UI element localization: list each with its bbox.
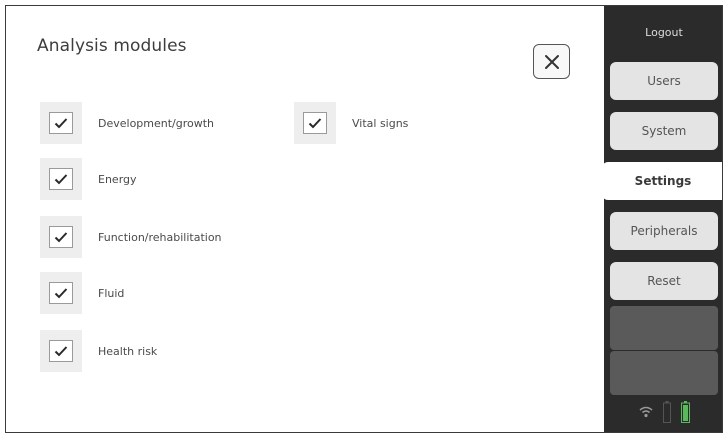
checkbox-background <box>294 102 336 144</box>
empty-tab-slot <box>610 351 718 395</box>
checkbox-background <box>40 272 82 314</box>
checkbox-background <box>40 330 82 372</box>
checkbox-background <box>40 102 82 144</box>
module-label: Fluid <box>98 286 125 300</box>
app-window: Analysis modules Development/growth Vita… <box>5 5 723 433</box>
module-label: Health risk <box>98 344 158 358</box>
module-label: Energy <box>98 172 137 186</box>
checkbox[interactable] <box>303 112 327 134</box>
tab-peripherals[interactable]: Peripherals <box>610 212 718 250</box>
checkmark-icon <box>54 288 68 299</box>
checkmark-icon <box>54 118 68 129</box>
module-checkbox-function-rehabilitation[interactable]: Function/rehabilitation <box>40 216 222 258</box>
battery-full-icon <box>680 401 690 423</box>
checkbox-background <box>40 158 82 200</box>
wifi-icon <box>639 406 653 418</box>
close-button[interactable] <box>533 44 570 79</box>
tab-settings[interactable]: Settings <box>602 162 722 200</box>
checkbox[interactable] <box>49 282 73 304</box>
page-title: Analysis modules <box>37 36 187 56</box>
checkbox[interactable] <box>49 112 73 134</box>
module-checkbox-health-risk[interactable]: Health risk <box>40 330 157 372</box>
logout-button[interactable]: Logout <box>604 6 722 58</box>
module-checkbox-development-growth[interactable]: Development/growth <box>40 102 214 144</box>
checkmark-icon <box>54 232 68 243</box>
checkmark-icon <box>308 118 322 129</box>
tab-system[interactable]: System <box>610 112 718 150</box>
module-label: Vital signs <box>352 116 409 130</box>
status-bar <box>604 392 722 432</box>
checkbox[interactable] <box>49 340 73 362</box>
checkbox[interactable] <box>49 168 73 190</box>
checkbox[interactable] <box>49 226 73 248</box>
close-icon <box>544 54 559 69</box>
checkbox-background <box>40 216 82 258</box>
module-checkbox-vital-signs[interactable]: Vital signs <box>294 102 408 144</box>
module-checkbox-fluid[interactable]: Fluid <box>40 272 124 314</box>
module-label: Function/rehabilitation <box>98 230 222 244</box>
sidebar: Logout Users System Settings Peripherals… <box>602 6 722 432</box>
module-checkbox-energy[interactable]: Energy <box>40 158 137 200</box>
empty-tab-slot <box>610 306 718 350</box>
tab-users[interactable]: Users <box>610 62 718 100</box>
battery-empty-icon <box>662 401 671 423</box>
main-panel: Analysis modules Development/growth Vita… <box>6 6 604 432</box>
checkmark-icon <box>54 346 68 357</box>
module-label: Development/growth <box>98 116 215 130</box>
tab-reset[interactable]: Reset <box>610 262 718 300</box>
checkmark-icon <box>54 174 68 185</box>
